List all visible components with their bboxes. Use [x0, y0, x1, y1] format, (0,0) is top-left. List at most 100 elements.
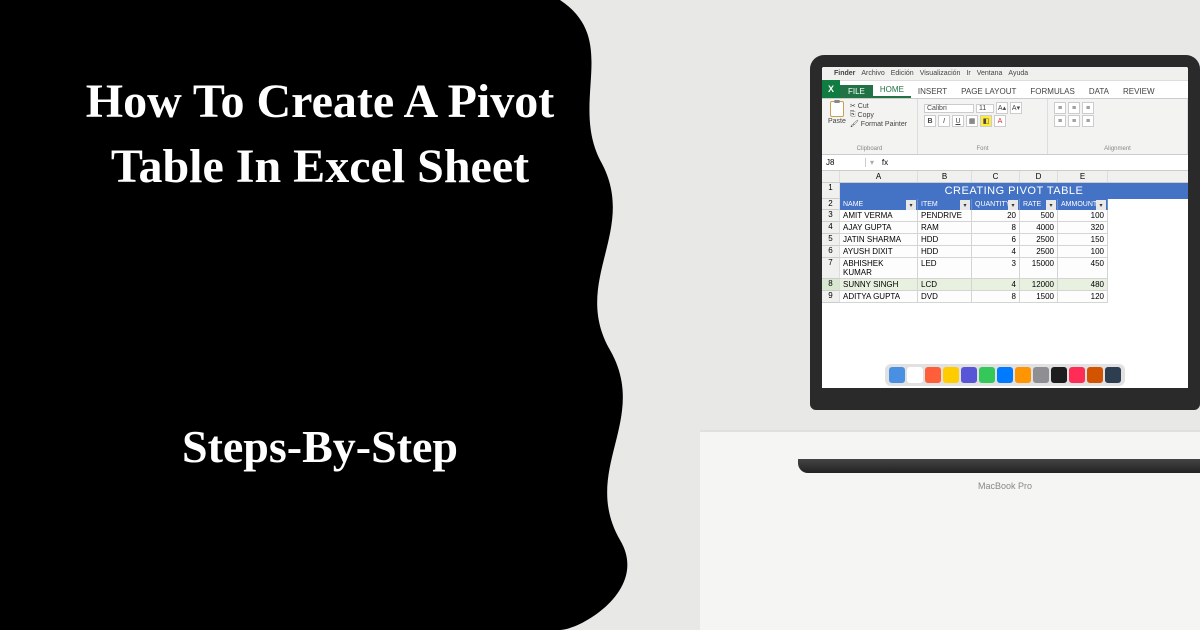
filter-dropdown-icon[interactable]: ▾: [1096, 200, 1106, 210]
filter-dropdown-icon[interactable]: ▾: [1046, 200, 1056, 210]
dock-app-icon[interactable]: [1033, 367, 1049, 383]
mac-menu-item[interactable]: Archivo: [861, 70, 884, 77]
cell-rate[interactable]: 4000: [1020, 222, 1058, 234]
dock-app-icon[interactable]: [943, 367, 959, 383]
header-amount[interactable]: AMMOUNT▾: [1058, 199, 1108, 210]
spreadsheet-grid[interactable]: A B C D E 1 CREATING PIVOT TABLE 2 NAME▾…: [822, 171, 1188, 388]
dock-app-icon[interactable]: [1087, 367, 1103, 383]
decrease-font-icon[interactable]: A▾: [1010, 102, 1022, 114]
col-header[interactable]: D: [1020, 171, 1058, 182]
underline-button[interactable]: U: [952, 115, 964, 127]
cell-rate[interactable]: 2500: [1020, 246, 1058, 258]
font-size-select[interactable]: 11: [976, 104, 994, 113]
table-row[interactable]: 7ABHISHEK KUMARLED315000450: [822, 258, 1188, 279]
cell-amount[interactable]: 480: [1058, 279, 1108, 291]
cell-rate[interactable]: 2500: [1020, 234, 1058, 246]
name-box-dropdown-icon[interactable]: ▾: [866, 158, 878, 167]
cell-name[interactable]: ADITYA GUPTA: [840, 291, 918, 303]
bold-button[interactable]: B: [924, 115, 936, 127]
filter-dropdown-icon[interactable]: ▾: [906, 200, 916, 210]
font-name-select[interactable]: Calibri: [924, 104, 974, 113]
tab-data[interactable]: DATA: [1082, 85, 1116, 98]
align-bottom-icon[interactable]: ≡: [1082, 102, 1094, 114]
tab-file[interactable]: FILE: [840, 85, 873, 98]
cell-amount[interactable]: 150: [1058, 234, 1108, 246]
row-number[interactable]: 7: [822, 258, 840, 279]
col-header[interactable]: C: [972, 171, 1020, 182]
table-row[interactable]: 9ADITYA GUPTADVD81500120: [822, 291, 1188, 303]
mac-app-name[interactable]: Finder: [834, 70, 855, 77]
cell-name[interactable]: SUNNY SINGH: [840, 279, 918, 291]
dock-app-icon[interactable]: [1105, 367, 1121, 383]
border-button[interactable]: ▦: [966, 115, 978, 127]
tab-insert[interactable]: INSERT: [911, 85, 954, 98]
filter-dropdown-icon[interactable]: ▾: [960, 200, 970, 210]
header-quantity[interactable]: QUANTITY▾: [972, 199, 1020, 210]
cell-item[interactable]: DVD: [918, 291, 972, 303]
font-color-button[interactable]: A: [994, 115, 1006, 127]
cell-item[interactable]: LCD: [918, 279, 972, 291]
cell-item[interactable]: HDD: [918, 246, 972, 258]
cell-item[interactable]: LED: [918, 258, 972, 279]
cell-name[interactable]: ABHISHEK KUMAR: [840, 258, 918, 279]
mac-menu-item[interactable]: Ayuda: [1008, 70, 1028, 77]
header-item[interactable]: ITEM▾: [918, 199, 972, 210]
dock-app-icon[interactable]: [1051, 367, 1067, 383]
select-all-corner[interactable]: [822, 171, 840, 182]
col-header[interactable]: B: [918, 171, 972, 182]
cell-amount[interactable]: 320: [1058, 222, 1108, 234]
dock-app-icon[interactable]: [1069, 367, 1085, 383]
table-row[interactable]: 6AYUSH DIXITHDD42500100: [822, 246, 1188, 258]
dock-app-icon[interactable]: [961, 367, 977, 383]
cell-quantity[interactable]: 20: [972, 210, 1020, 222]
cell-quantity[interactable]: 6: [972, 234, 1020, 246]
cell-quantity[interactable]: 3: [972, 258, 1020, 279]
cell-quantity[interactable]: 8: [972, 291, 1020, 303]
mac-menu-item[interactable]: Visualización: [920, 70, 961, 77]
cell-amount[interactable]: 100: [1058, 210, 1108, 222]
dock-app-icon[interactable]: [925, 367, 941, 383]
cell-amount[interactable]: 450: [1058, 258, 1108, 279]
dock-app-icon[interactable]: [889, 367, 905, 383]
row-number[interactable]: 8: [822, 279, 840, 291]
dock-app-icon[interactable]: [1015, 367, 1031, 383]
cell-quantity[interactable]: 4: [972, 246, 1020, 258]
table-row[interactable]: 5JATIN SHARMAHDD62500150: [822, 234, 1188, 246]
cell-amount[interactable]: 120: [1058, 291, 1108, 303]
row-number[interactable]: 3: [822, 210, 840, 222]
tab-formulas[interactable]: FORMULAS: [1023, 85, 1081, 98]
row-number[interactable]: 2: [822, 199, 840, 210]
name-box[interactable]: J8: [822, 158, 866, 167]
filter-dropdown-icon[interactable]: ▾: [1008, 200, 1018, 210]
row-number[interactable]: 6: [822, 246, 840, 258]
cut-button[interactable]: ✂Cut: [850, 102, 907, 110]
fx-icon[interactable]: fx: [878, 158, 892, 167]
col-header[interactable]: E: [1058, 171, 1108, 182]
italic-button[interactable]: I: [938, 115, 950, 127]
dock-app-icon[interactable]: [997, 367, 1013, 383]
table-row[interactable]: 3AMIT VERMAPENDRIVE20500100: [822, 210, 1188, 222]
tab-home[interactable]: HOME: [873, 83, 911, 98]
cell-amount[interactable]: 100: [1058, 246, 1108, 258]
row-number[interactable]: 4: [822, 222, 840, 234]
header-name[interactable]: NAME▾: [840, 199, 918, 210]
row-number[interactable]: 9: [822, 291, 840, 303]
fill-color-button[interactable]: ◧: [980, 115, 992, 127]
table-title[interactable]: CREATING PIVOT TABLE: [840, 183, 1188, 199]
copy-button[interactable]: ⎘Copy: [850, 111, 907, 119]
cell-name[interactable]: AMIT VERMA: [840, 210, 918, 222]
cell-name[interactable]: JATIN SHARMA: [840, 234, 918, 246]
increase-font-icon[interactable]: A▴: [996, 102, 1008, 114]
row-number[interactable]: 5: [822, 234, 840, 246]
table-row[interactable]: 8SUNNY SINGHLCD412000480: [822, 279, 1188, 291]
cell-item[interactable]: PENDRIVE: [918, 210, 972, 222]
tab-page-layout[interactable]: PAGE LAYOUT: [954, 85, 1023, 98]
dock-app-icon[interactable]: [907, 367, 923, 383]
col-header[interactable]: A: [840, 171, 918, 182]
mac-menu-item[interactable]: Ir: [966, 70, 970, 77]
cell-quantity[interactable]: 4: [972, 279, 1020, 291]
format-painter-button[interactable]: 🖌Format Painter: [850, 120, 907, 128]
align-top-icon[interactable]: ≡: [1054, 102, 1066, 114]
table-row[interactable]: 4AJAY GUPTARAM84000320: [822, 222, 1188, 234]
cell-item[interactable]: RAM: [918, 222, 972, 234]
